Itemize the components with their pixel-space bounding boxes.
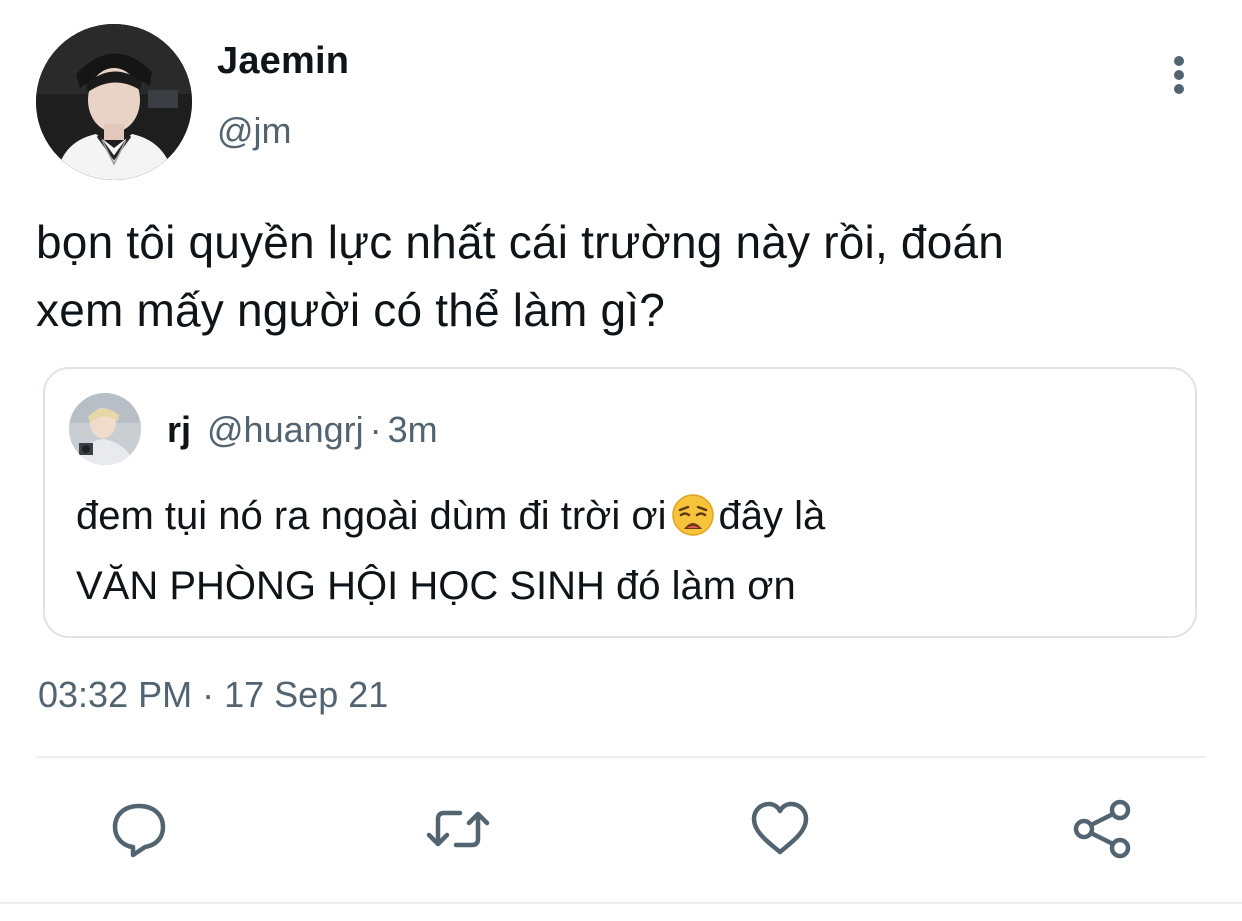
quoted-text-part: đây là <box>718 494 826 538</box>
share-button[interactable] <box>1070 797 1134 861</box>
quoted-author-display-name[interactable]: rj <box>167 409 191 450</box>
weary-face-emoji-icon <box>671 494 714 536</box>
tweet-timestamp[interactable]: 03:32 PM · 17 Sep 21 <box>38 674 388 716</box>
actions-divider <box>36 756 1206 758</box>
more-options-icon[interactable] <box>1160 52 1200 98</box>
tweet-detail: Jaemin @jm bọn tôi quyền lực nhất cái tr… <box>0 0 1242 921</box>
quoted-author-avatar[interactable] <box>69 393 141 465</box>
more-dot <box>1174 56 1184 66</box>
tweet-text-line: xem mấy người có thể làm gì? <box>36 284 666 336</box>
timestamp-separator: · <box>202 674 215 715</box>
quoted-header-separator: · <box>369 409 382 450</box>
author-display-name[interactable]: Jaemin <box>217 40 349 83</box>
quoted-tweet-header: rj @huangrj · 3m <box>167 409 438 451</box>
share-icon <box>1073 799 1131 859</box>
retweet-icon <box>426 810 490 848</box>
author-handle[interactable]: @jm <box>217 110 292 152</box>
tweet-text: bọn tôi quyền lực nhất cái trường này rồ… <box>36 208 1216 344</box>
reply-button[interactable] <box>107 797 171 861</box>
timestamp-time: 03:32 PM <box>38 674 193 715</box>
quoted-tweet-age[interactable]: 3m <box>388 409 438 450</box>
quoted-tweet-card[interactable]: rj @huangrj · 3m đem tụi nó ra ngoài dùm đi… <box>43 367 1197 638</box>
quoted-text-part: đem tụi nó ra ngoài dùm đi trời ơi <box>76 494 667 538</box>
reply-icon <box>112 803 166 858</box>
more-dot <box>1174 70 1184 80</box>
tweet-text-line: bọn tôi quyền lực nhất cái trường này rồ… <box>36 216 1005 268</box>
timestamp-date: 17 Sep 21 <box>224 674 389 715</box>
author-avatar-image <box>36 24 192 180</box>
more-dot <box>1174 84 1184 94</box>
quoted-text-line: VĂN PHÒNG HỘI HỌC SINH đó làm ơn <box>76 564 796 608</box>
author-avatar[interactable] <box>36 24 192 180</box>
bottom-divider <box>0 902 1242 904</box>
quoted-author-handle[interactable]: @huangrj <box>207 409 364 450</box>
quoted-tweet-text: đem tụi nó ra ngoài dùm đi trời ơi đây l… <box>76 481 1176 621</box>
like-button[interactable] <box>748 797 812 861</box>
retweet-button[interactable] <box>426 797 490 861</box>
quoted-author-avatar-image <box>69 393 141 465</box>
like-icon <box>751 801 809 855</box>
quoted-text-line: đem tụi nó ra ngoài dùm đi trời ơi đây l… <box>76 481 1176 551</box>
